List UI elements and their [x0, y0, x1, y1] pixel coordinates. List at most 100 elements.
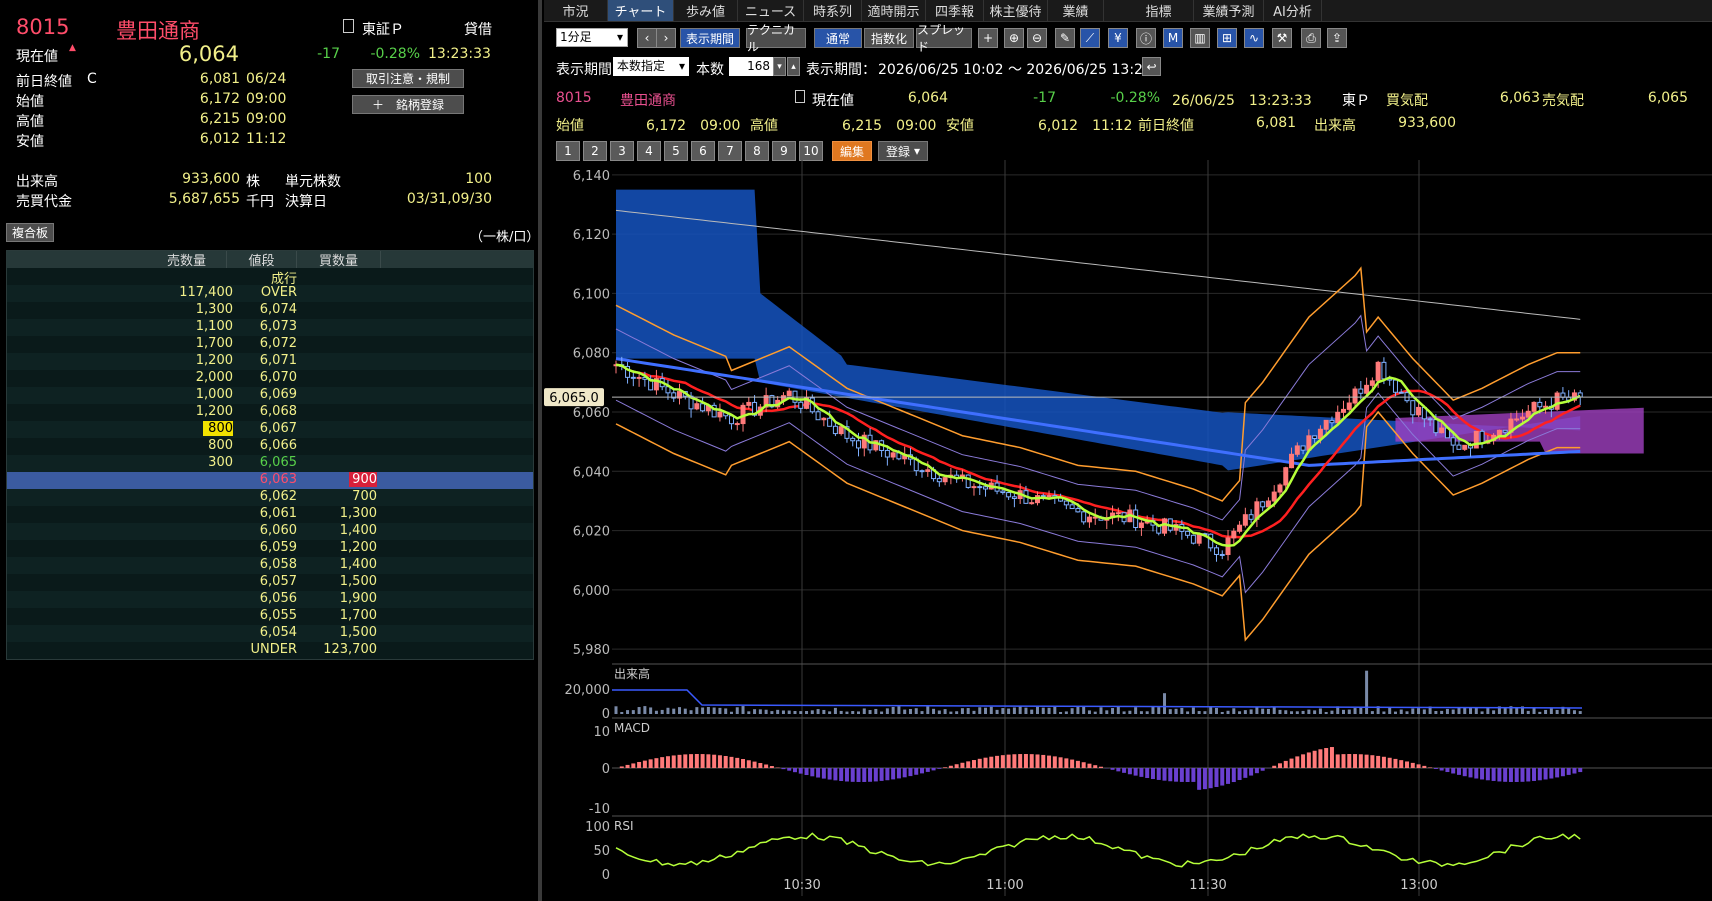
- tab-10[interactable]: 業績予測: [1194, 0, 1264, 21]
- document-icon[interactable]: [343, 19, 354, 33]
- chart-page-4[interactable]: 4: [637, 141, 661, 161]
- book-row[interactable]: 800 6,066: [7, 438, 533, 455]
- tab-11[interactable]: AI分析: [1264, 0, 1322, 21]
- book-row[interactable]: 1,200 6,068: [7, 404, 533, 421]
- export-icon[interactable]: ⇪: [1327, 28, 1347, 48]
- tab-2[interactable]: 歩み値: [674, 0, 738, 21]
- rsi-line: [615, 832, 1581, 868]
- book-row[interactable]: 300 6,065: [7, 455, 533, 472]
- normal-mode-button[interactable]: 通常: [814, 28, 862, 48]
- book-row[interactable]: 6,061 1,300: [7, 506, 533, 523]
- chart-page-10[interactable]: 10: [799, 141, 823, 161]
- info-ask: 6,065: [1647, 90, 1688, 106]
- book-row[interactable]: 6,057 1,500: [7, 574, 533, 591]
- print-icon[interactable]: ⎙: [1301, 28, 1321, 48]
- book-row[interactable]: 1,700 6,072: [7, 336, 533, 353]
- index-mode-button[interactable]: 指数化: [864, 28, 914, 48]
- book-row[interactable]: 6,063 900: [7, 472, 533, 489]
- macd-bar: [1410, 762, 1415, 768]
- book-row[interactable]: 1,000 6,069: [7, 387, 533, 404]
- prev-icon[interactable]: ‹: [637, 28, 657, 48]
- register-stock-button[interactable]: ＋ 銘柄登録: [352, 95, 464, 114]
- zoom-out-icon[interactable]: ⊖: [1027, 28, 1047, 48]
- tab-6[interactable]: 四季報: [926, 0, 984, 21]
- time-tick-label: 11:30: [1189, 878, 1226, 893]
- book-row[interactable]: 6,059 1,200: [7, 540, 533, 557]
- next-icon[interactable]: ›: [656, 28, 676, 48]
- tab-1[interactable]: チャート: [608, 0, 674, 21]
- chart-page-7[interactable]: 7: [718, 141, 742, 161]
- macd-bar: [1029, 754, 1034, 768]
- tab-9[interactable]: 指標: [1124, 0, 1194, 21]
- chart-page-2[interactable]: 2: [583, 141, 607, 161]
- volume-profile-icon[interactable]: ▥: [1190, 28, 1210, 48]
- price-chart[interactable]: 6,140 6,120 6,100 6,080 6,060 6,040 6,020 6,000…: [542, 160, 1712, 901]
- tab-0[interactable]: 市況: [544, 0, 608, 21]
- my-icon[interactable]: M: [1163, 28, 1183, 48]
- book-row[interactable]: 2,000 6,070: [7, 370, 533, 387]
- tab-3[interactable]: ニュース: [738, 0, 804, 21]
- tab-4[interactable]: 時系列: [804, 0, 862, 21]
- chart-page-1[interactable]: 1: [556, 141, 580, 161]
- volume-bar: [747, 711, 751, 714]
- book-row[interactable]: 1,100 6,073: [7, 319, 533, 336]
- document-icon[interactable]: [795, 90, 805, 103]
- chevron-down-icon: ▾: [678, 59, 685, 73]
- reset-icon[interactable]: ↩: [1142, 57, 1161, 76]
- book-row[interactable]: 6,054 1,500: [7, 625, 533, 642]
- macd-tick-label: -10: [589, 802, 610, 817]
- chart-page-6[interactable]: 6: [691, 141, 715, 161]
- count-down-icon[interactable]: ▾: [773, 57, 786, 76]
- technical-button[interactable]: テクニカル: [746, 23, 806, 54]
- candle-body: [1479, 430, 1485, 444]
- edit-button[interactable]: 編集: [832, 141, 872, 161]
- chart-page-8[interactable]: 8: [745, 141, 769, 161]
- chart-page-9[interactable]: 9: [772, 141, 796, 161]
- wrench-icon[interactable]: ⚒: [1272, 28, 1292, 48]
- candle-body: [1346, 402, 1352, 410]
- book-row[interactable]: 6,062 700: [7, 489, 533, 506]
- macd-bar: [1370, 755, 1375, 768]
- crosshair-icon[interactable]: +: [978, 28, 998, 48]
- book-sell-qty: 117,400: [179, 285, 233, 300]
- yen-icon[interactable]: ¥: [1108, 28, 1128, 48]
- zoom-in-icon[interactable]: ⊕: [1004, 28, 1024, 48]
- macd-bar: [637, 761, 642, 768]
- book-row[interactable]: 成行: [7, 268, 533, 287]
- count-up-icon[interactable]: ▴: [787, 57, 800, 76]
- composite-book-tab[interactable]: 複合板: [6, 223, 54, 242]
- volume-bar: [1463, 707, 1467, 714]
- macd-bar: [1283, 760, 1288, 768]
- book-row[interactable]: 6,058 1,400: [7, 557, 533, 574]
- chart-page-5[interactable]: 5: [664, 141, 688, 161]
- interval-select[interactable]: 1分足 ▾: [556, 28, 628, 47]
- book-row[interactable]: 1,300 6,074: [7, 302, 533, 319]
- spread-mode-button[interactable]: スプレッド: [916, 23, 972, 54]
- book-row[interactable]: 1,200 6,071: [7, 353, 533, 370]
- regulation-button[interactable]: 取引注意・規制: [352, 69, 464, 88]
- period-button[interactable]: 表示期間: [680, 28, 740, 48]
- info-ask-label: 売気配: [1542, 93, 1584, 109]
- volume-bar: [926, 706, 930, 714]
- volume-bar: [845, 711, 849, 714]
- volume-bar: [1440, 710, 1444, 714]
- info-icon[interactable]: ⓘ: [1136, 28, 1156, 48]
- register-layout-button[interactable]: 登録 ▾: [878, 141, 928, 161]
- tab-7[interactable]: 株主優待: [984, 0, 1048, 21]
- auto-icon[interactable]: ⊞: [1217, 28, 1237, 48]
- macd-bar: [1451, 768, 1456, 774]
- period-select[interactable]: 本数指定 ▾: [613, 57, 689, 76]
- count-input[interactable]: 168: [729, 57, 773, 76]
- book-row[interactable]: UNDER 123,700: [7, 642, 533, 659]
- wave-icon[interactable]: ∿: [1244, 28, 1264, 48]
- book-row[interactable]: 117,400 OVER: [7, 285, 533, 302]
- tab-5[interactable]: 適時開示: [862, 0, 926, 21]
- chart-page-3[interactable]: 3: [610, 141, 634, 161]
- tab-8[interactable]: 業績: [1048, 0, 1104, 21]
- book-row[interactable]: 6,060 1,400: [7, 523, 533, 540]
- book-row[interactable]: 800 6,067: [7, 421, 533, 438]
- pen-icon[interactable]: ✎: [1055, 28, 1075, 48]
- draw-line-icon[interactable]: ⟋: [1080, 28, 1100, 48]
- book-row[interactable]: 6,055 1,700: [7, 608, 533, 625]
- book-row[interactable]: 6,056 1,900: [7, 591, 533, 608]
